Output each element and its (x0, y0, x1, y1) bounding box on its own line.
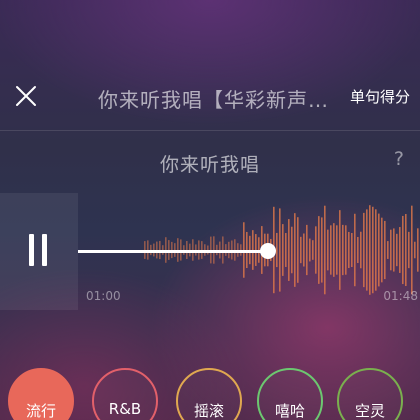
waveform-bar (378, 213, 380, 287)
waveform-bar (384, 220, 386, 280)
waveform-bar (405, 213, 407, 287)
waveform-area[interactable]: 01:00 01:48 (78, 193, 420, 310)
waveform-bar (282, 224, 284, 276)
waveform-bar (360, 231, 362, 269)
waveform-bar (276, 232, 278, 268)
waveform-bar (417, 228, 419, 272)
waveform-bar (306, 224, 308, 276)
waveform-bar (321, 217, 323, 283)
waveform-bar (396, 233, 398, 267)
waveform-bar (300, 236, 302, 264)
header: 你来听我唱【华彩新声… 单句得分 (0, 0, 420, 130)
waveform-bar (291, 226, 293, 274)
genre-rock-button[interactable]: 摇滚 (176, 368, 242, 420)
progress-track[interactable] (78, 250, 268, 253)
waveform-bar (336, 225, 338, 275)
waveform-bar (399, 227, 401, 273)
waveform-bar (372, 206, 374, 294)
close-icon (16, 86, 36, 106)
pause-icon (29, 234, 34, 266)
waveform-bar (393, 228, 395, 272)
help-icon[interactable]: ? (394, 148, 404, 170)
score-mode-button[interactable]: 单句得分 (350, 86, 410, 107)
waveform-bar (312, 240, 314, 260)
waveform-bar (309, 238, 311, 262)
waveform-bar (348, 231, 350, 269)
genre-rnb-button[interactable]: R&B (92, 368, 158, 420)
waveform-bar (327, 229, 329, 271)
waveform-bar (315, 226, 317, 274)
waveform-bar (390, 229, 392, 271)
waveform-bar (363, 212, 365, 288)
genre-hiphop-button[interactable]: 嘻哈 (257, 368, 323, 420)
genre-ethereal-button[interactable]: 空灵 (337, 368, 403, 420)
waveform-bar (375, 209, 377, 291)
waveform-bar (330, 225, 332, 275)
header-divider (0, 130, 420, 131)
waveform-bar (351, 233, 353, 267)
genre-pop-button[interactable]: 流行 (8, 368, 74, 420)
current-lyric: 你来听我唱 (159, 154, 260, 176)
genre-label: 流行 (25, 402, 56, 420)
pause-button[interactable] (27, 234, 49, 266)
waveform-bar (342, 224, 344, 276)
waveform-bar (387, 241, 389, 259)
time-start: 01:00 (86, 289, 121, 303)
waveform-bar (279, 208, 281, 292)
genre-selector: 流行 R&B 摇滚 嘻哈 空灵 (0, 368, 420, 420)
waveform-bar (411, 205, 413, 295)
waveform-bar (345, 225, 347, 275)
waveform-bar (339, 210, 341, 290)
waveform-bar (414, 241, 416, 259)
waveform-bar (381, 217, 383, 283)
waveform-bar (297, 217, 299, 283)
genre-label: 摇滚 (193, 402, 224, 420)
close-button[interactable] (12, 82, 40, 110)
waveform-bar (303, 233, 305, 267)
waveform-bar (369, 205, 371, 295)
waveform-bar (318, 216, 320, 284)
waveform-bar (285, 233, 287, 267)
time-end: 01:48 (383, 289, 418, 303)
waveform-bar (324, 205, 326, 295)
genre-label: R&B (108, 400, 142, 418)
song-title: 你来听我唱【华彩新声… (98, 88, 329, 112)
waveform-bar (333, 223, 335, 277)
waveform-bar (288, 219, 290, 281)
genre-label: 空灵 (354, 402, 385, 420)
waveform-bar (354, 213, 356, 287)
genre-label: 嘻哈 (274, 402, 305, 420)
progress-thumb[interactable] (260, 243, 276, 259)
waveform-bar (408, 231, 410, 269)
waveform-bar (357, 236, 359, 264)
waveform-bar (294, 213, 296, 287)
play-control-panel (0, 193, 78, 310)
waveform-bar (402, 215, 404, 285)
waveform-bar (366, 209, 368, 291)
